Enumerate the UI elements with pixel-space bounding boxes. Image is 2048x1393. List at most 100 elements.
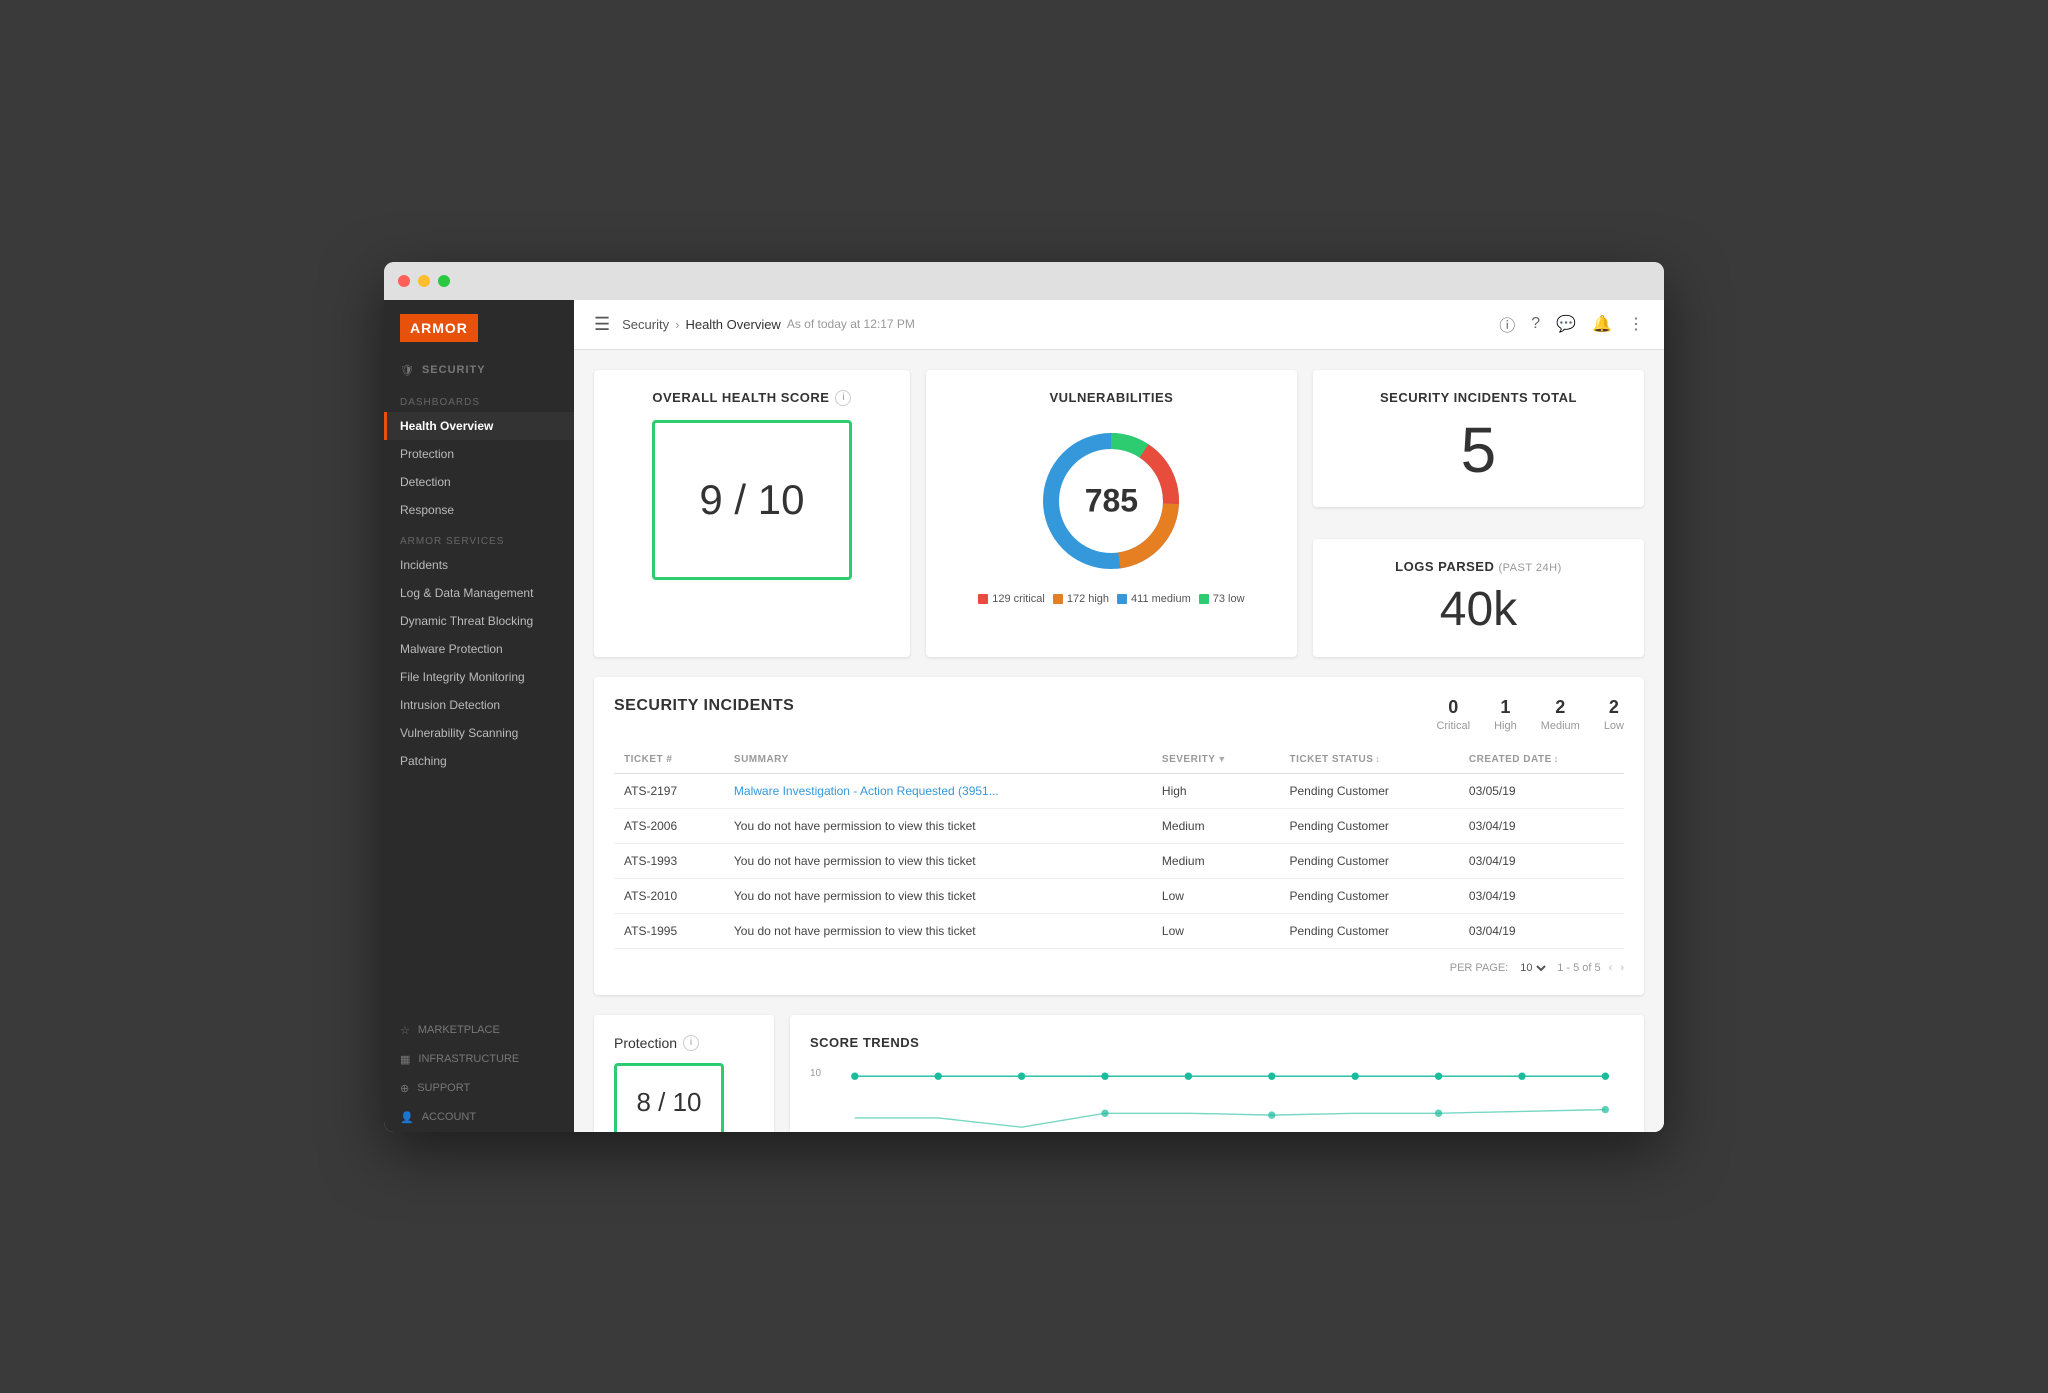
incidents-table: TICKET # SUMMARY SEVERITY▼ TICKET STATUS… (614, 746, 1624, 949)
sidebar-item-file-integrity[interactable]: File Integrity Monitoring (384, 663, 574, 691)
health-score-card: OVERALL HEALTH SCORE i 9 / 10 (594, 370, 910, 657)
sidebar-item-patching[interactable]: Patching (384, 747, 574, 775)
sev-low: 2 Low (1604, 697, 1624, 732)
section-title: SECURITY INCIDENTS (614, 697, 794, 715)
sidebar-item-response[interactable]: Response (384, 496, 574, 524)
health-info-icon[interactable]: i (835, 390, 851, 406)
high-dot (1053, 594, 1063, 604)
pagination-range: 1 - 5 of 5 (1557, 962, 1600, 974)
more-icon[interactable]: ⋮ (1628, 314, 1644, 334)
legend-medium: 411 medium (1117, 593, 1191, 605)
sidebar-item-malware[interactable]: Malware Protection (384, 635, 574, 663)
table-row: ATS-1993 You do not have permission to v… (614, 843, 1624, 878)
critical-dot (978, 594, 988, 604)
breadcrumb-root[interactable]: Security (622, 317, 669, 332)
security-incidents-section: SECURITY INCIDENTS 0 Critical 1 High (594, 677, 1644, 995)
cell-summary-3: You do not have permission to view this … (724, 878, 1152, 913)
cell-ticket-0: ATS-2197 (614, 773, 724, 808)
cell-created-4: 03/04/19 (1459, 913, 1624, 948)
chat-icon[interactable]: 💬 (1556, 314, 1576, 334)
cell-status-4: Pending Customer (1279, 913, 1458, 948)
hamburger-button[interactable]: ☰ (594, 314, 610, 335)
table-row: ATS-2010 You do not have permission to v… (614, 878, 1624, 913)
sidebar-item-account[interactable]: 👤 ACCOUNT (384, 1103, 574, 1132)
health-overview-label: Health Overview (400, 419, 493, 433)
app-window: ARMOR 🛡 SECURITY DASHBOARDS Health Overv… (384, 262, 1664, 1132)
sidebar-item-log-data[interactable]: Log & Data Management (384, 579, 574, 607)
app-body: ARMOR 🛡 SECURITY DASHBOARDS Health Overv… (384, 300, 1664, 1132)
cell-severity-3: Low (1152, 878, 1280, 913)
cell-ticket-2: ATS-1993 (614, 843, 724, 878)
cell-created-0: 03/05/19 (1459, 773, 1624, 808)
per-page-label: PER PAGE: (1450, 962, 1508, 974)
security-label: SECURITY (422, 364, 486, 376)
health-score-value: 9 / 10 (699, 476, 804, 524)
sev-critical: 0 Critical (1436, 697, 1470, 732)
severity-summary: 0 Critical 1 High 2 Medium (1436, 697, 1624, 732)
response-label: Response (400, 503, 454, 517)
sidebar-item-intrusion[interactable]: Intrusion Detection (384, 691, 574, 719)
vuln-total: 785 (1085, 482, 1138, 519)
protection-info-icon[interactable]: i (683, 1035, 699, 1051)
bell-icon[interactable]: 🔔 (1592, 314, 1612, 334)
sidebar-item-health-overview[interactable]: Health Overview (384, 412, 574, 440)
cell-status-1: Pending Customer (1279, 808, 1458, 843)
sort-created-icon: ↕ (1554, 754, 1559, 764)
cards-row: OVERALL HEALTH SCORE i 9 / 10 VULNERABIL… (594, 370, 1644, 657)
next-page-button[interactable]: › (1620, 962, 1624, 974)
titlebar (384, 262, 1664, 300)
col-severity[interactable]: SEVERITY▼ (1152, 746, 1280, 774)
close-button[interactable] (398, 275, 410, 287)
incidents-total-card: SECURITY INCIDENTS TOTAL 5 (1313, 370, 1644, 507)
info-icon[interactable]: ⓘ (1499, 312, 1515, 336)
ticket-link-0[interactable]: Malware Investigation - Action Requested… (734, 784, 999, 798)
cell-severity-4: Low (1152, 913, 1280, 948)
protection-card-label: Protection i (614, 1035, 754, 1051)
cell-created-2: 03/04/19 (1459, 843, 1624, 878)
table-row: ATS-2197 Malware Investigation - Action … (614, 773, 1624, 808)
logo-area: ARMOR (384, 300, 574, 356)
minimize-button[interactable] (418, 275, 430, 287)
sidebar-item-vulnerability[interactable]: Vulnerability Scanning (384, 719, 574, 747)
cell-ticket-4: ATS-1995 (614, 913, 724, 948)
breadcrumb: Security › Health Overview As of today a… (622, 317, 915, 332)
cell-summary-4: You do not have permission to view this … (724, 913, 1152, 948)
shield-icon: 🛡 (400, 364, 414, 377)
sort-severity-icon: ▼ (1217, 754, 1226, 764)
sidebar-section-security[interactable]: 🛡 SECURITY (384, 356, 574, 385)
help-icon[interactable]: ? (1531, 315, 1540, 333)
sidebar-item-infrastructure[interactable]: ▦ INFRASTRUCTURE (384, 1045, 574, 1074)
health-score-box: 9 / 10 (652, 420, 852, 580)
col-created[interactable]: CREATED DATE↕ (1459, 746, 1624, 774)
trends-y-label: 10 (810, 1068, 821, 1079)
incidents-total-number: 5 (1333, 413, 1624, 487)
cell-ticket-3: ATS-2010 (614, 878, 724, 913)
legend-low: 73 low (1199, 593, 1245, 605)
circle-icon: ⊕ (400, 1082, 409, 1095)
sidebar-item-dynamic-threat[interactable]: Dynamic Threat Blocking (384, 607, 574, 635)
per-page-select[interactable]: 10 25 50 (1516, 961, 1549, 975)
logs-parsed-card: LOGS PARSED (PAST 24H) 40k (1313, 539, 1644, 657)
cell-summary-0[interactable]: Malware Investigation - Action Requested… (724, 773, 1152, 808)
col-status[interactable]: TICKET STATUS↕ (1279, 746, 1458, 774)
trends-chart-svg (827, 1064, 1624, 1132)
prev-page-button[interactable]: ‹ (1609, 962, 1613, 974)
sidebar-item-detection[interactable]: Detection (384, 468, 574, 496)
armor-services-label: ARMOR SERVICES (384, 524, 574, 551)
table-footer: PER PAGE: 10 25 50 1 - 5 of 5 ‹ › (614, 949, 1624, 975)
sidebar-item-support[interactable]: ⊕ SUPPORT (384, 1074, 574, 1103)
logs-number: 40k (1333, 582, 1624, 637)
cell-severity-0: High (1152, 773, 1280, 808)
sidebar-item-marketplace[interactable]: ☆ MARKETPLACE (384, 1016, 574, 1045)
sidebar-item-protection[interactable]: Protection (384, 440, 574, 468)
cell-status-3: Pending Customer (1279, 878, 1458, 913)
sidebar: ARMOR 🛡 SECURITY DASHBOARDS Health Overv… (384, 300, 574, 1132)
protection-label-sidebar: Protection (400, 447, 454, 461)
dashboards-label: DASHBOARDS (384, 385, 574, 412)
logo[interactable]: ARMOR (400, 314, 478, 342)
cell-status-2: Pending Customer (1279, 843, 1458, 878)
sidebar-item-incidents[interactable]: Incidents (384, 551, 574, 579)
sev-high: 1 High (1494, 697, 1517, 732)
table-row: ATS-2006 You do not have permission to v… (614, 808, 1624, 843)
maximize-button[interactable] (438, 275, 450, 287)
